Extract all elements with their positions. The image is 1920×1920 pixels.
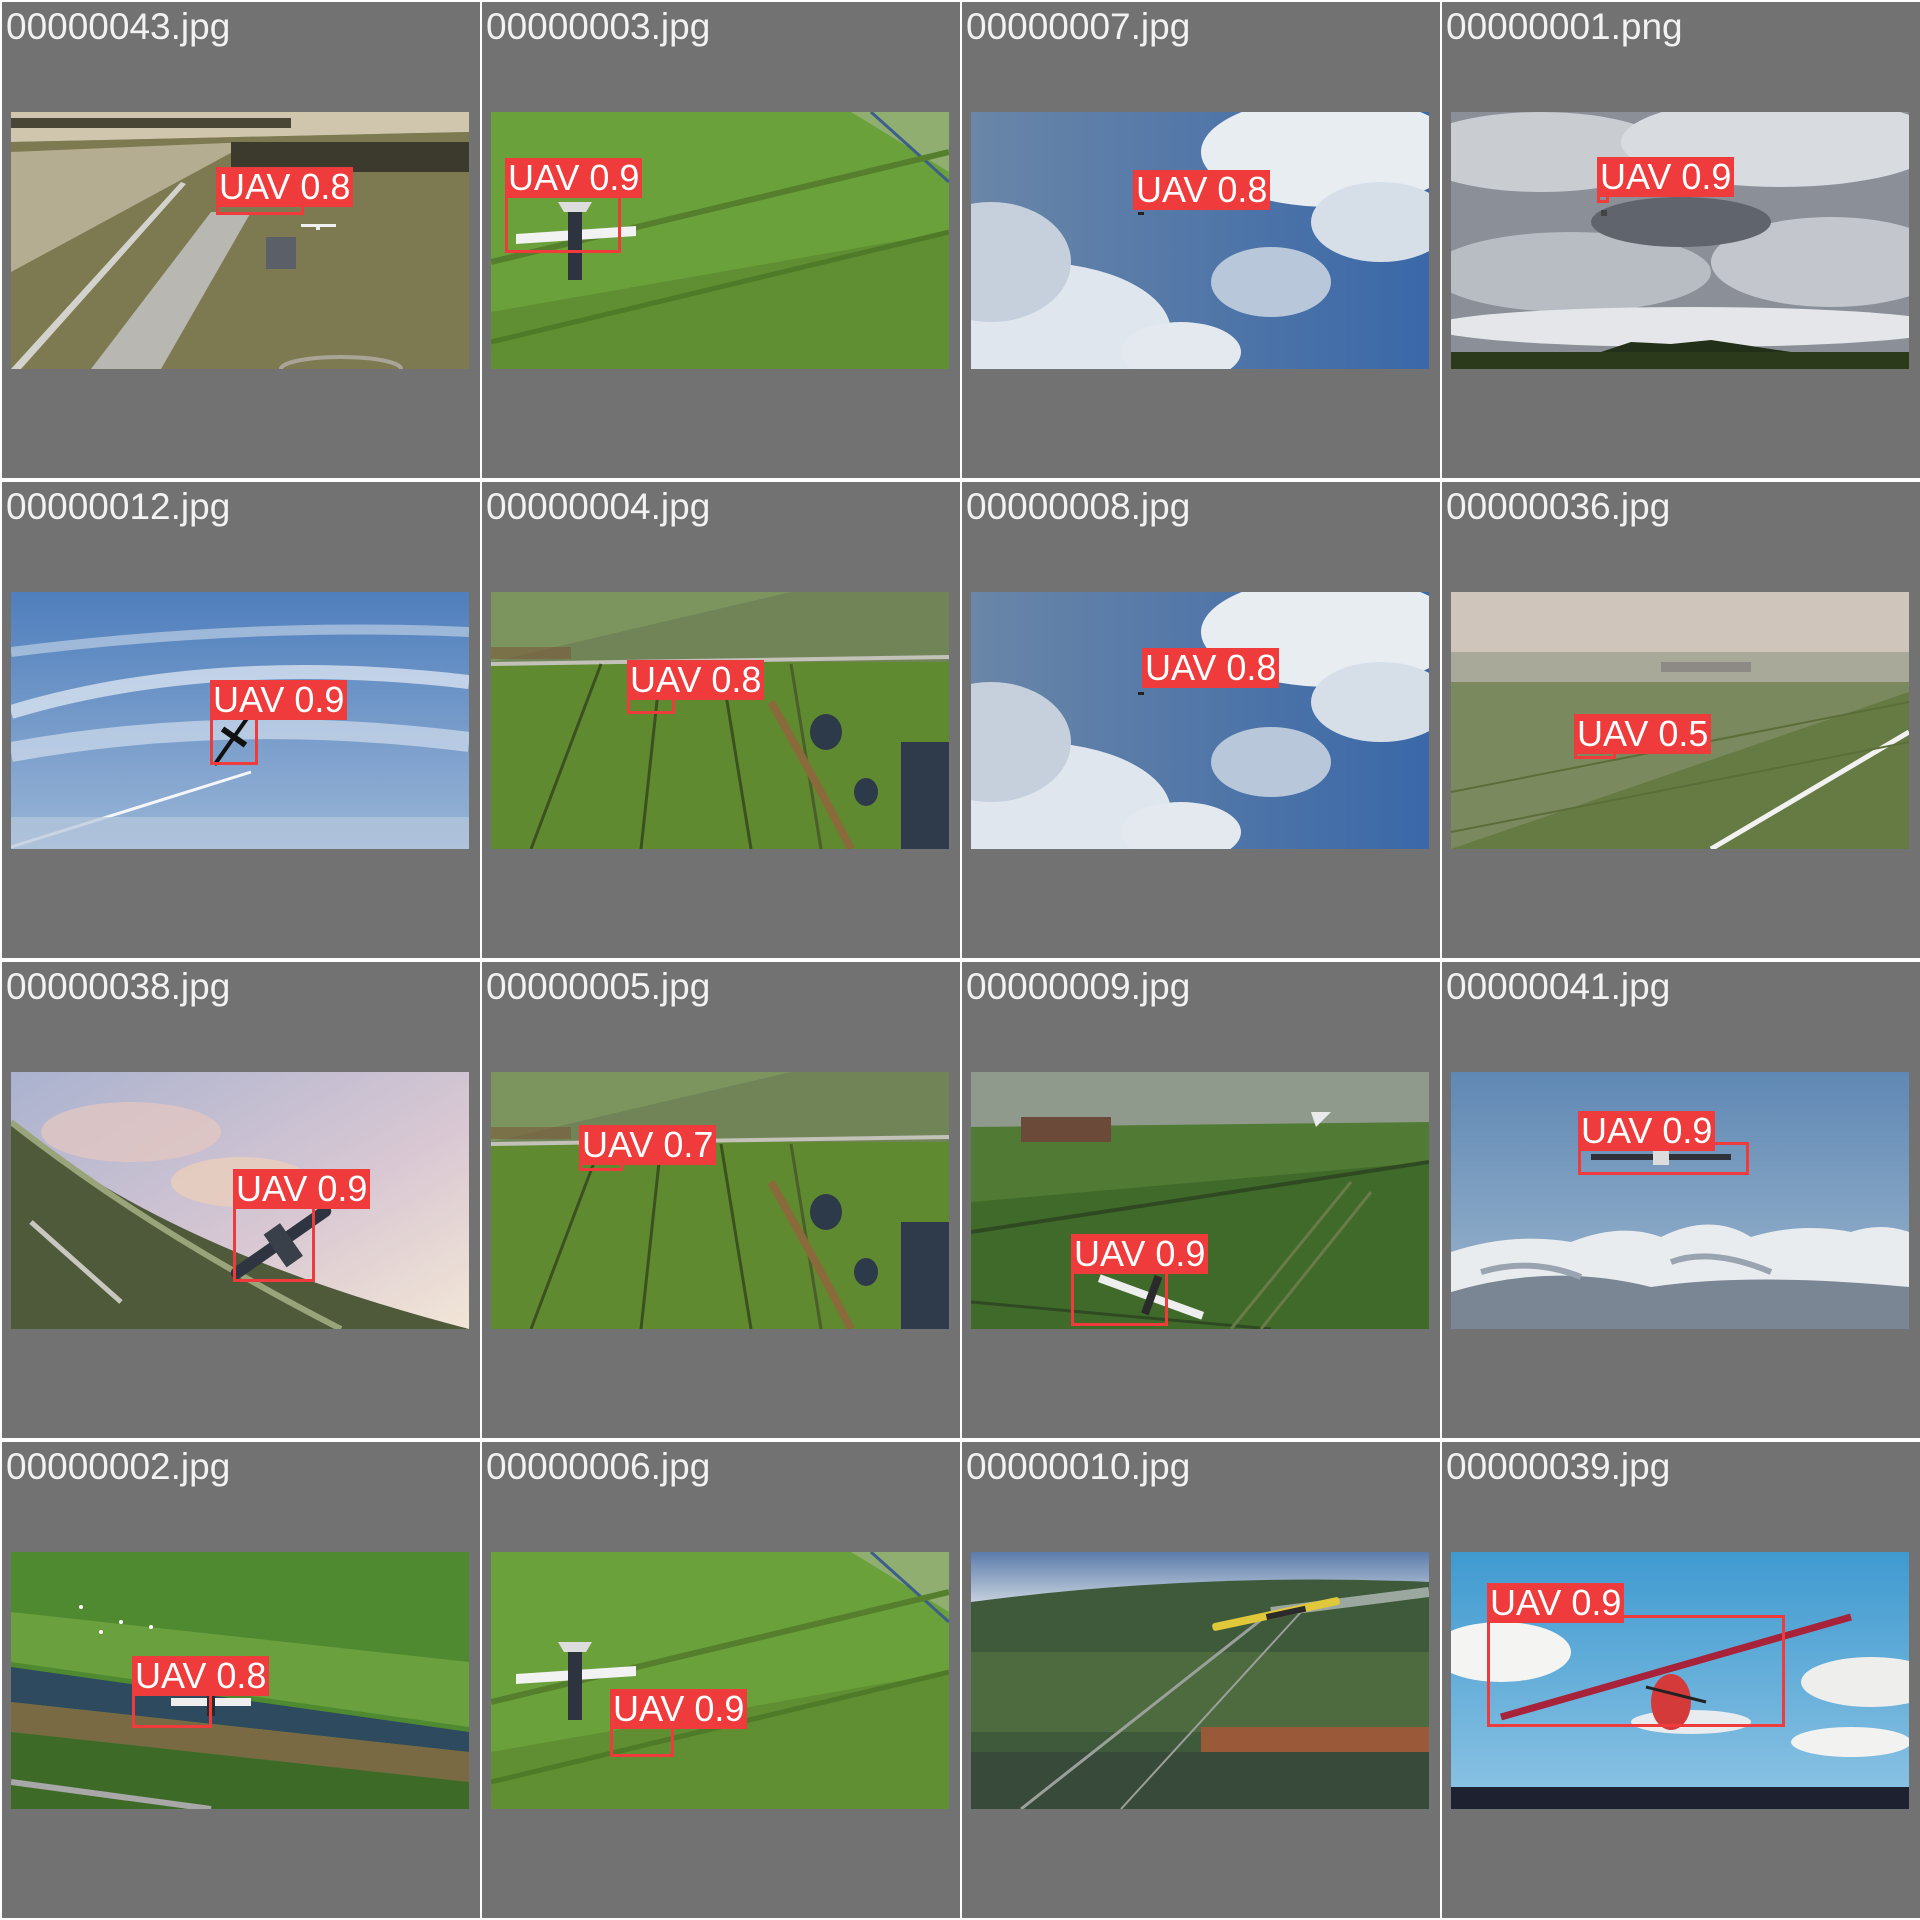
detection-confidence: 0.9	[694, 1688, 745, 1729]
tile-filename: 00000012.jpg	[6, 486, 231, 527]
detection-confidence: 0.9	[589, 157, 640, 198]
detection-confidence: 0.8	[300, 166, 351, 207]
tile-filename: 00000036.jpg	[1446, 486, 1671, 527]
detection-label: UAV 0.9	[1597, 156, 1735, 197]
tile-filename: 00000009.jpg	[966, 966, 1191, 1007]
detection-photo: UAV 0.5	[1451, 592, 1909, 849]
detection-confidence: 0.9	[1681, 156, 1732, 197]
detection-class: UAV	[1577, 713, 1649, 754]
tile-filename: 00000004.jpg	[486, 486, 711, 527]
detection-photo: UAV 0.9	[491, 112, 949, 369]
tile-filename: 00000043.jpg	[6, 6, 231, 47]
detection-class: UAV	[236, 1168, 308, 1209]
detection-photo	[971, 1552, 1429, 1809]
detection-box	[505, 189, 621, 253]
result-tile: 00000005.jpg UAV 0.7	[482, 962, 960, 1438]
result-tile: 00000009.jpg UAV 0.9	[962, 962, 1440, 1438]
detection-class: UAV	[1136, 169, 1208, 210]
detection-photo: UAV 0.8	[491, 592, 949, 849]
result-tile: 00000036.jpg UAV 0.5	[1442, 482, 1920, 958]
detection-photo: UAV 0.7	[491, 1072, 949, 1329]
detection-results-grid: 00000043.jpg UAV 0.8 00000003.jpg UAV 0.…	[0, 0, 1920, 1920]
detection-confidence: 0.9	[294, 679, 345, 720]
result-tile: 00000002.jpg UAV 0.8	[2, 1442, 480, 1918]
detection-photo: UAV 0.9	[1451, 112, 1909, 369]
result-tile: 00000043.jpg UAV 0.8	[2, 2, 480, 478]
detection-class: UAV	[213, 679, 285, 720]
tile-filename: 00000010.jpg	[966, 1446, 1191, 1487]
detection-box	[1071, 1267, 1168, 1326]
tile-filename: 00000005.jpg	[486, 966, 711, 1007]
tile-filename: 00000008.jpg	[966, 486, 1191, 527]
detection-class: UAV	[1074, 1233, 1146, 1274]
tile-filename: 00000041.jpg	[1446, 966, 1671, 1007]
detection-label: UAV 0.5	[1574, 713, 1712, 754]
detection-confidence: 0.9	[317, 1168, 368, 1209]
detection-class: UAV	[1581, 1110, 1653, 1151]
tile-filename: 00000038.jpg	[6, 966, 231, 1007]
detection-class: UAV	[219, 166, 291, 207]
tile-filename: 00000007.jpg	[966, 6, 1191, 47]
result-tile: 00000041.jpg UAV 0.9	[1442, 962, 1920, 1438]
detection-photo: UAV 0.9	[971, 1072, 1429, 1329]
detection-photo: UAV 0.9	[11, 592, 469, 849]
tile-filename: 00000003.jpg	[486, 6, 711, 47]
detection-class: UAV	[135, 1655, 207, 1696]
detection-box	[1487, 1615, 1785, 1727]
detection-class: UAV	[613, 1688, 685, 1729]
detection-confidence: 0.9	[1662, 1110, 1713, 1151]
detection-label: UAV 0.8	[216, 166, 354, 207]
detection-label: UAV 0.9	[1487, 1582, 1625, 1623]
result-tile: 00000010.jpg	[962, 1442, 1440, 1918]
result-tile: 00000007.jpg UAV 0.8	[962, 2, 1440, 478]
detection-class: UAV	[1600, 156, 1672, 197]
detection-label: UAV 0.8	[1133, 169, 1271, 210]
detection-confidence: 0.8	[216, 1655, 267, 1696]
result-tile: 00000001.png UAV 0.9	[1442, 2, 1920, 478]
detection-photo: UAV 0.9	[1451, 1072, 1909, 1329]
tile-filename: 00000001.png	[1446, 6, 1683, 47]
detection-class: UAV	[1145, 647, 1217, 688]
detection-class: UAV	[1490, 1582, 1562, 1623]
detection-box	[233, 1202, 315, 1282]
result-tile: 00000038.jpg UAV 0.9	[2, 962, 480, 1438]
detection-photo: UAV 0.8	[11, 1552, 469, 1809]
detection-label: UAV 0.9	[610, 1688, 748, 1729]
detection-label: UAV 0.9	[1578, 1110, 1716, 1151]
result-tile: 00000008.jpg UAV 0.8	[962, 482, 1440, 958]
detection-label: UAV 0.7	[579, 1124, 717, 1165]
detection-class: UAV	[582, 1124, 654, 1165]
result-tile: 00000012.jpg UAV 0.9	[2, 482, 480, 958]
detection-confidence: 0.9	[1155, 1233, 1206, 1274]
detection-confidence: 0.8	[1217, 169, 1268, 210]
detection-photo: UAV 0.8	[971, 592, 1429, 849]
tile-filename: 00000002.jpg	[6, 1446, 231, 1487]
detection-label: UAV 0.9	[210, 679, 348, 720]
detection-label: UAV 0.8	[627, 659, 765, 700]
detection-label: UAV 0.9	[233, 1168, 371, 1209]
tile-filename: 00000006.jpg	[486, 1446, 711, 1487]
result-tile: 00000004.jpg UAV 0.8	[482, 482, 960, 958]
result-tile: 00000039.jpg UAV 0.9	[1442, 1442, 1920, 1918]
detection-photo: UAV 0.8	[11, 112, 469, 369]
detection-label: UAV 0.8	[1142, 647, 1280, 688]
detection-label: UAV 0.9	[505, 157, 643, 198]
tile-filename: 00000039.jpg	[1446, 1446, 1671, 1487]
detection-label: UAV 0.9	[1071, 1233, 1209, 1274]
detection-confidence: 0.8	[711, 659, 762, 700]
detection-confidence: 0.5	[1658, 713, 1709, 754]
result-tile: 00000006.jpg UAV 0.9	[482, 1442, 960, 1918]
detection-confidence: 0.8	[1226, 647, 1277, 688]
detection-label: UAV 0.8	[132, 1655, 270, 1696]
detection-photo: UAV 0.9	[491, 1552, 949, 1809]
detection-confidence: 0.9	[1571, 1582, 1622, 1623]
detection-photo: UAV 0.9	[1451, 1552, 1909, 1809]
detection-class: UAV	[508, 157, 580, 198]
detection-photo: UAV 0.9	[11, 1072, 469, 1329]
result-tile: 00000003.jpg UAV 0.9	[482, 2, 960, 478]
detection-confidence: 0.7	[663, 1124, 714, 1165]
detection-class: UAV	[630, 659, 702, 700]
detection-photo: UAV 0.8	[971, 112, 1429, 369]
